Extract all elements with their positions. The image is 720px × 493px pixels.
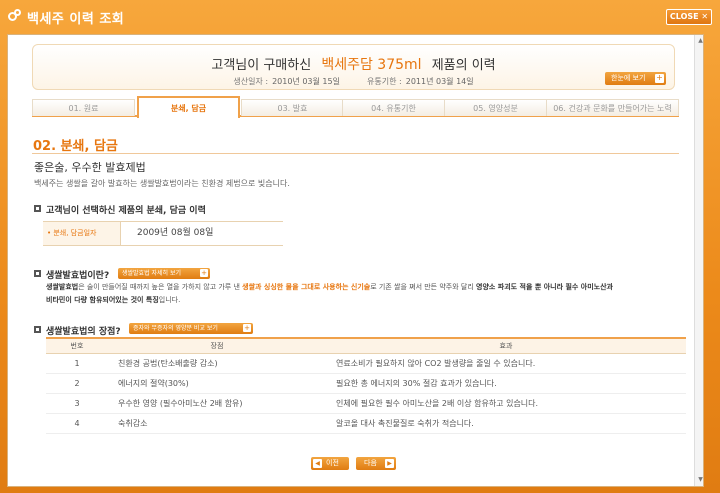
step-tabs: 01. 원료 분쇄, 담금 03. 발효 04. 유통기한 05. 영양성분 0… (32, 96, 679, 118)
square-bullet-icon (34, 270, 41, 277)
row-effect: 알코올 대사 촉진물질로 숙취가 적습니다. (326, 413, 686, 434)
tab-nutrition[interactable]: 05. 영양성분 (444, 99, 547, 116)
square-bullet-icon (34, 326, 41, 333)
production-date: 2010년 03월 15일 (272, 77, 340, 86)
plus-icon: + (200, 269, 208, 277)
method-bold: 영양소 파괴도 적을 뿐 아니라 필수 아미노산과 (476, 283, 613, 291)
scroll-down-icon[interactable]: ▼ (696, 475, 703, 484)
method-text: 은 술이 만들어질 때까지 높은 열을 가하지 않고 가루 낸 (78, 283, 243, 291)
method-term: 생쌀발효법 (46, 283, 79, 291)
tab-expiry[interactable]: 04. 유통기한 (342, 99, 445, 116)
prev-button[interactable]: ◀ 이전 (311, 457, 349, 470)
method-detail-label: 생쌀발효법 자세히 보기 (122, 270, 182, 277)
method-highlight: 생쌀과 싱싱한 물을 그대로 사용하는 신기술 (242, 283, 371, 291)
column-header-effect: 효과 (326, 337, 686, 354)
chevron-left-icon: ◀ (313, 459, 322, 468)
history-heading: 고객님이 선택하신 제품의 분쇄, 담금 이력 (46, 206, 206, 216)
method-heading: 생쌀발효법이란? (46, 271, 110, 281)
table-row: 1 친환경 공법(탄소배출량 감소) 연료소비가 필요하지 않아 CO2 발생량… (46, 353, 686, 374)
tab-health-culture[interactable]: 06. 건강과 문화를 만들어가는 노력 (546, 99, 679, 116)
square-bullet-icon (34, 205, 41, 212)
window-title: 백세주 이력 조회 (27, 12, 125, 27)
row-number: 1 (46, 353, 108, 374)
content-area: 고객님이 구매하신 백세주담 375ml 제품의 이력 생산일자 :2010년 … (7, 34, 704, 487)
prev-label: 이전 (326, 459, 339, 467)
table-header-row: 번호 장점 효과 (46, 337, 686, 354)
merits-table: 번호 장점 효과 1 친환경 공법(탄소배출량 감소) 연료소비가 필요하지 않… (46, 337, 686, 434)
row-merit: 우수한 영양 (필수아미노산 2배 함유) (108, 393, 326, 414)
production-date-label: 생산일자 : (233, 77, 269, 86)
vertical-scrollbar[interactable]: ▲ ▼ (694, 35, 703, 486)
row-merit: 친환경 공법(탄소배출량 감소) (108, 353, 326, 374)
section-subtitle: 좋은술, 우수한 발효제법 (34, 161, 146, 174)
row-number: 3 (46, 393, 108, 414)
row-effect: 필요한 총 에너지의 30% 절감 효과가 있습니다. (326, 373, 686, 394)
scroll-up-icon[interactable]: ▲ (696, 36, 703, 45)
method-bold: 비타민이 다량 함유되어있는 것이 특징 (46, 296, 159, 304)
section-title: 02. 분쇄, 담금 (33, 139, 118, 154)
expiry-date-label: 유통기한 : (367, 77, 402, 86)
nutrition-compare-label: 증자와 무증자의 영양분 비교 보기 (133, 325, 218, 332)
row-number: 2 (46, 373, 108, 394)
merits-heading: 생쌀발효법의 장점? (46, 327, 121, 337)
next-label: 다음 (364, 459, 377, 467)
milling-date-table: • 분쇄, 담금일자 2009년 08월 08일 (43, 221, 283, 246)
tab-milling-soaking[interactable]: 분쇄, 담금 (137, 96, 240, 118)
method-text: 로 기존 쌀을 쪄서 만든 약주와 달리 (370, 283, 476, 291)
method-text: 입니다. (158, 296, 181, 304)
table-row: 2 에너지의 절약(30%) 필요한 총 에너지의 30% 절감 효과가 있습니… (46, 373, 686, 394)
view-all-label: 한눈에 보기 (611, 74, 646, 82)
product-name: 백세주담 375ml (321, 57, 422, 73)
milling-date-value: 2009년 08월 08일 (137, 228, 214, 238)
header-dates: 생산일자 :2010년 03월 15일 유통기한 :2011년 03월 14일 (33, 76, 674, 87)
row-merit: 에너지의 절약(30%) (108, 373, 326, 394)
plus-icon: + (243, 324, 251, 332)
view-all-button[interactable]: 한눈에 보기 + (605, 72, 666, 85)
table-row: 4 숙취감소 알코올 대사 촉진물질로 숙취가 적습니다. (46, 413, 686, 434)
history-window: 백세주 이력 조회 CLOSE ✕ 고객님이 구매하신 백세주담 375ml 제… (0, 0, 720, 493)
table-row: 3 우수한 영양 (필수아미노산 2배 함유) 인체에 필요한 필수 아미노산을… (46, 393, 686, 414)
column-header-merit: 장점 (108, 337, 326, 354)
product-header: 고객님이 구매하신 백세주담 375ml 제품의 이력 생산일자 :2010년 … (32, 44, 675, 90)
section-divider (32, 153, 679, 154)
method-paragraph: 생쌀발효법은 술이 만들어질 때까지 높은 열을 가하지 않고 가루 낸 생쌀과… (46, 281, 686, 307)
milling-date-label: • 분쇄, 담금일자 (43, 222, 121, 245)
expiry-date: 2011년 03월 14일 (405, 77, 474, 86)
close-button[interactable]: CLOSE ✕ (666, 9, 712, 25)
row-effect: 인체에 필요한 필수 아미노산을 2배 이상 함유하고 있습니다. (326, 393, 686, 414)
nutrition-compare-button[interactable]: 증자와 무증자의 영양분 비교 보기 + (129, 323, 253, 334)
title-bar: 백세주 이력 조회 CLOSE ✕ (0, 0, 720, 34)
row-number: 4 (46, 413, 108, 434)
header-title-suffix: 제품의 이력 (431, 58, 496, 73)
brand-logo-icon (8, 9, 22, 23)
chevron-right-icon: ▶ (385, 459, 394, 468)
plus-icon: + (655, 73, 664, 83)
next-button[interactable]: 다음 ▶ (356, 457, 396, 470)
tab-fermentation[interactable]: 03. 발효 (241, 99, 344, 116)
header-title: 고객님이 구매하신 백세주담 375ml 제품의 이력 (33, 54, 674, 74)
tab-raw-materials[interactable]: 01. 원료 (32, 99, 135, 116)
header-title-prefix: 고객님이 구매하신 (211, 58, 312, 73)
column-header-number: 번호 (46, 337, 108, 354)
row-effect: 연료소비가 필요하지 않아 CO2 발생량을 줄일 수 있습니다. (326, 353, 686, 374)
method-detail-button[interactable]: 생쌀발효법 자세히 보기 + (118, 268, 210, 279)
row-merit: 숙취감소 (108, 413, 326, 434)
section-description: 백세주는 생쌀을 갈아 발효하는 생쌀발효법이라는 친환경 제법으로 빚습니다. (34, 179, 290, 188)
